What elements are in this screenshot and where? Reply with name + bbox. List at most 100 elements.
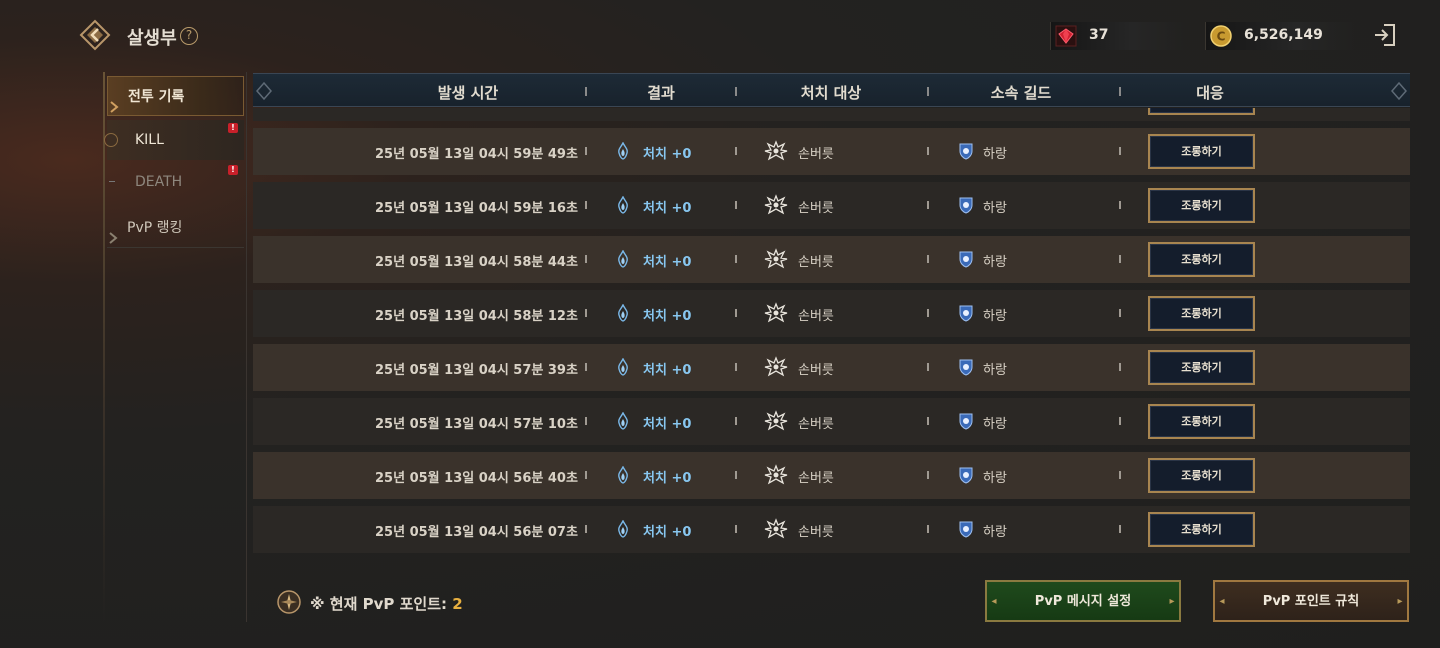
kill-target: 손버릇 <box>798 147 834 162</box>
kill-time: 25년 05월 13일 04시 59분 16초 <box>375 201 578 216</box>
table-row: 25년 05월 13일 04시 57분 39초 처치 +0 손버릇 하랑 조롱하기 <box>253 344 1410 391</box>
column-separator <box>735 201 737 209</box>
ornament-left-icon: ◂ <box>991 596 997 607</box>
crest-icon <box>763 356 789 378</box>
back-arrow-icon[interactable] <box>78 18 112 52</box>
pvp-points-text: ※ 현재 PvP 포인트: 2 <box>310 593 463 614</box>
column-header-target: 처치 대상 <box>800 84 862 102</box>
gold-currency: C 6,526,149 <box>1205 22 1355 50</box>
crest-icon <box>763 410 789 432</box>
sidebar-item-label: PvP 랭킹 <box>127 220 183 236</box>
sidebar-item-label: 전투 기록 <box>128 89 185 105</box>
column-separator <box>1119 87 1121 96</box>
column-separator <box>735 255 737 263</box>
sidebar-item-battle-record[interactable]: 전투 기록 <box>107 76 244 116</box>
pvp-points-value: 2 <box>452 595 463 613</box>
column-separator <box>585 363 587 371</box>
pvp-points-label: ※ 현재 PvP 포인트: <box>310 595 453 613</box>
button-label: PvP 포인트 규칙 <box>1262 594 1360 609</box>
kill-result: 처치 +0 <box>643 309 692 324</box>
taunt-button[interactable]: 조롱하기 <box>1148 404 1255 439</box>
pvp-message-settings-button[interactable]: ◂ PvP 메시지 설정 ▸ <box>985 580 1181 622</box>
gold-coin-icon: C <box>1210 25 1232 47</box>
kill-guild: 하랑 <box>983 417 1007 432</box>
taunt-button[interactable]: 조롱하기 <box>1148 350 1255 385</box>
kill-guild: 하랑 <box>983 471 1007 486</box>
column-separator <box>585 471 587 479</box>
kill-target: 손버릇 <box>798 471 834 486</box>
alert-badge: ! <box>228 123 238 133</box>
ruby-gem-icon <box>1055 25 1077 47</box>
taunt-button[interactable]: 조롱하기 <box>1148 242 1255 277</box>
pvp-point-rules-button[interactable]: ◂ PvP 포인트 규칙 ▸ <box>1213 580 1409 622</box>
kill-target: 손버릇 <box>798 525 834 540</box>
crest-icon <box>763 464 789 486</box>
selected-dot-icon <box>104 133 118 147</box>
sidebar-item-label: DEATH <box>135 174 183 190</box>
kill-guild: 하랑 <box>983 255 1007 270</box>
taunt-button[interactable]: 조롱하기 <box>1148 296 1255 331</box>
page-title: 살생부 <box>127 28 177 49</box>
column-separator <box>585 309 587 317</box>
blue-flame-icon <box>615 465 631 484</box>
taunt-button[interactable]: 조롱하기 <box>1148 134 1255 169</box>
chevron-right-icon <box>108 90 122 113</box>
alert-badge: ! <box>228 165 238 175</box>
crest-icon <box>763 302 789 324</box>
exit-icon[interactable] <box>1372 22 1398 48</box>
kill-result: 처치 +0 <box>643 471 692 486</box>
column-separator <box>927 417 929 425</box>
ruby-currency: 37 <box>1050 22 1185 50</box>
ornament-left-icon <box>255 80 273 102</box>
blue-flame-icon <box>615 411 631 430</box>
kill-target: 손버릇 <box>798 417 834 432</box>
sidebar-border <box>103 72 105 622</box>
kill-result: 처치 +0 <box>643 147 692 162</box>
guild-shield-icon <box>958 196 974 214</box>
taunt-button[interactable]: 조롱하기 <box>1148 108 1255 115</box>
taunt-button[interactable]: 조롱하기 <box>1148 188 1255 223</box>
crest-icon <box>763 518 789 540</box>
column-separator <box>735 471 737 479</box>
sidebar-item-death[interactable]: DEATH ! <box>107 162 244 202</box>
table-row: 25년 05월 13일 04시 56분 07초 처치 +0 손버릇 하랑 조롱하기 <box>253 506 1410 553</box>
column-separator <box>927 201 929 209</box>
kill-target: 손버릇 <box>798 309 834 324</box>
kill-time: 25년 05월 13일 04시 58분 12초 <box>375 309 578 324</box>
column-separator <box>927 87 929 96</box>
kill-target: 손버릇 <box>798 255 834 270</box>
kill-result: 처치 +0 <box>643 417 692 432</box>
column-header-time: 발생 시간 <box>437 84 499 102</box>
chevron-right-icon <box>107 221 121 244</box>
table-row: 25년 05월 13일 04시 58분 44초 처치 +0 손버릇 하랑 조롱하기 <box>253 236 1410 283</box>
column-separator <box>585 525 587 533</box>
column-separator <box>735 525 737 533</box>
kill-result: 처치 +0 <box>643 363 692 378</box>
sidebar-item-kill[interactable]: KILL ! <box>104 120 244 160</box>
ornament-left-icon: ◂ <box>1219 596 1225 607</box>
column-separator <box>585 87 587 96</box>
column-separator <box>735 417 737 425</box>
ruby-amount: 37 <box>1089 27 1109 43</box>
kill-list[interactable]: 25년 05월 13일 05시 00분 15초처치 +0손버릇하랑조롱하기 25년… <box>253 108 1410 578</box>
ornament-right-icon: ▸ <box>1397 596 1403 607</box>
column-separator <box>735 147 737 155</box>
help-icon[interactable]: ? <box>180 27 198 45</box>
blue-flame-icon <box>615 141 631 160</box>
column-separator <box>585 417 587 425</box>
column-header-action: 대응 <box>1196 84 1224 102</box>
column-separator <box>1119 525 1121 533</box>
guild-shield-icon <box>958 250 974 268</box>
guild-shield-icon <box>958 412 974 430</box>
sidebar-item-pvp-ranking[interactable]: PvP 랭킹 <box>107 208 244 248</box>
kill-time: 25년 05월 13일 04시 56분 40초 <box>375 471 578 486</box>
kill-target: 손버릇 <box>798 201 834 216</box>
column-separator <box>1119 201 1121 209</box>
kill-result: 처치 +0 <box>643 255 692 270</box>
column-separator <box>1119 255 1121 263</box>
sidebar-divider <box>246 72 247 622</box>
gold-coin-glyph: C <box>1217 30 1226 44</box>
taunt-button[interactable]: 조롱하기 <box>1148 458 1255 493</box>
table-row: 25년 05월 13일 04시 59분 16초 처치 +0 손버릇 하랑 조롱하기 <box>253 182 1410 229</box>
taunt-button[interactable]: 조롱하기 <box>1148 512 1255 547</box>
